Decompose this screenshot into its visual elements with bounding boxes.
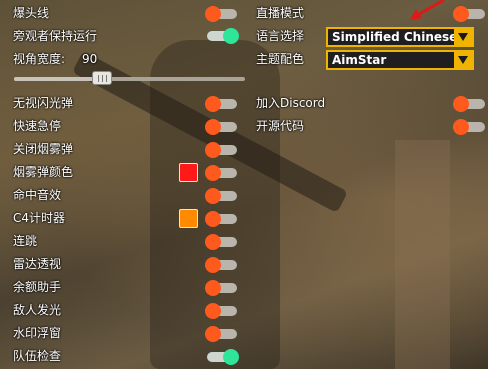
toggle-knob xyxy=(223,28,239,44)
option-label-bunny-hop: 连跳 xyxy=(13,234,38,248)
stream-mode-label: 直播模式 xyxy=(256,6,305,20)
c4-timer-color-swatch[interactable] xyxy=(179,209,198,228)
option-label-headshot-line: 爆头线 xyxy=(13,6,50,20)
quick-stop-toggle[interactable] xyxy=(205,119,237,135)
chevron-down-icon xyxy=(454,52,472,68)
option-label-smoke-color: 烟雾弹颜色 xyxy=(13,165,74,179)
chevron-down-icon xyxy=(454,29,472,45)
toggle-knob xyxy=(205,303,221,319)
toggle-knob xyxy=(205,6,221,22)
smoke-color-toggle[interactable] xyxy=(205,165,237,181)
toggle-knob xyxy=(453,6,469,22)
toggle-knob xyxy=(453,96,469,112)
toggle-knob xyxy=(205,280,221,296)
option-label-hit-sound: 命中音效 xyxy=(13,188,62,202)
hit-sound-toggle[interactable] xyxy=(205,188,237,204)
toggle-knob xyxy=(205,188,221,204)
bunny-hop-toggle[interactable] xyxy=(205,234,237,250)
toggle-knob xyxy=(205,119,221,135)
option-label-ignore-flashbang: 无视闪光弹 xyxy=(13,96,74,110)
annotation-arrow-icon xyxy=(410,0,445,20)
fov-slider-handle[interactable] xyxy=(92,71,113,85)
background-figure xyxy=(150,40,280,369)
ignore-flashbang-toggle[interactable] xyxy=(205,96,237,112)
option-label-watermark-overlay: 水印浮窗 xyxy=(13,326,62,340)
theme-select[interactable]: AimStar xyxy=(326,50,474,70)
disable-smoke-toggle[interactable] xyxy=(205,142,237,158)
toggle-knob xyxy=(205,326,221,342)
option-label-quick-stop: 快速急停 xyxy=(13,119,62,133)
discord-toggle[interactable] xyxy=(453,96,485,112)
language-select-value: Simplified Chinese xyxy=(332,30,458,44)
language-select[interactable]: Simplified Chinese xyxy=(326,27,474,47)
toggle-knob xyxy=(223,349,239,365)
c4-timer-toggle[interactable] xyxy=(205,211,237,227)
grip-line xyxy=(98,75,100,82)
radar-hack-toggle[interactable] xyxy=(205,257,237,273)
toggle-knob xyxy=(205,211,221,227)
grip-line xyxy=(102,75,104,82)
toggle-knob xyxy=(205,96,221,112)
spectator-keep-running-toggle[interactable] xyxy=(207,28,239,44)
theme-label: 主题配色 xyxy=(256,52,305,66)
background-pillar xyxy=(395,140,450,369)
fov-slider-track[interactable] xyxy=(14,77,245,81)
opensource-toggle[interactable] xyxy=(453,119,485,135)
enemy-glow-toggle[interactable] xyxy=(205,303,237,319)
smoke-color-swatch[interactable] xyxy=(179,163,198,182)
toggle-knob xyxy=(453,119,469,135)
option-label-money-services: 余额助手 xyxy=(13,280,62,294)
toggle-knob xyxy=(205,234,221,250)
stream-mode-toggle[interactable] xyxy=(453,6,485,22)
grip-line xyxy=(106,75,108,82)
toggle-knob xyxy=(205,142,221,158)
theme-select-value: AimStar xyxy=(332,53,387,67)
option-label-team-check: 队伍检查 xyxy=(13,349,62,363)
fov-slider-fill xyxy=(14,77,100,81)
toggle-knob xyxy=(205,165,221,181)
toggle-knob xyxy=(205,257,221,273)
money-services-toggle[interactable] xyxy=(205,280,237,296)
watermark-overlay-toggle[interactable] xyxy=(205,326,237,342)
option-label-disable-smoke: 关闭烟雾弹 xyxy=(13,142,74,156)
option-label-enemy-glow: 敌人发光 xyxy=(13,303,62,317)
option-label-spectator-keep-running: 旁观者保持运行 xyxy=(13,29,98,43)
language-label: 语言选择 xyxy=(256,29,305,43)
option-label-c4-timer: C4计时器 xyxy=(13,211,66,225)
option-label-radar-hack: 雷达透视 xyxy=(13,257,62,271)
fov-label: 视角宽度: xyxy=(13,52,66,66)
fov-value: 90 xyxy=(82,52,98,66)
discord-label: 加入Discord xyxy=(256,96,326,110)
headshot-line-toggle[interactable] xyxy=(205,6,237,22)
opensource-label: 开源代码 xyxy=(256,119,305,133)
team-check-toggle[interactable] xyxy=(207,349,239,365)
